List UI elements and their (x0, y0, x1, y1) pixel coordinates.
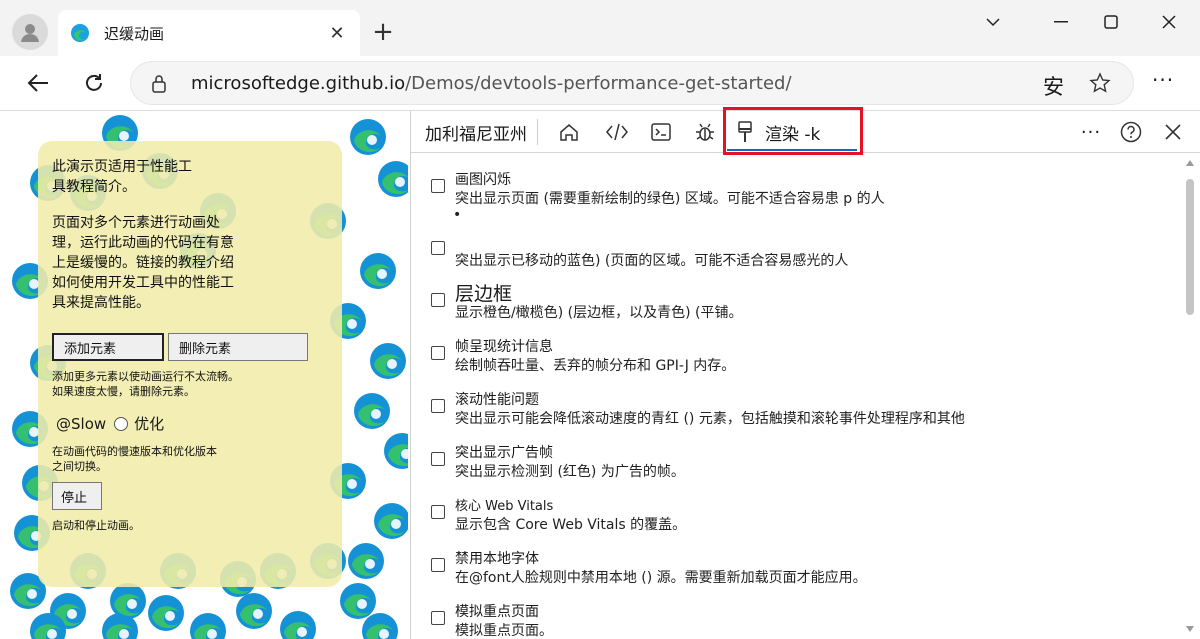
remove-elements-button[interactable]: 删除元素 (168, 333, 308, 361)
title-bar: 迟缓动画 ✕ + (0, 0, 1200, 62)
layout-shift-checkbox[interactable] (431, 241, 445, 255)
description-text: 页面对多个元素进行动画处理，运行此动画的代码在有意上是缓慢的。链接的教程介绍如何… (52, 215, 234, 311)
option-title: 核心 Web Vitals (455, 499, 554, 514)
add-hint-text: 添加更多元素以使动画运行不太流畅。如果速度太慢，请删除元素。 (52, 370, 239, 398)
more-options-icon[interactable]: ··· (1152, 68, 1174, 92)
edge-logo-icon (360, 253, 396, 289)
elements-code-icon[interactable] (605, 121, 629, 143)
scrollbar-thumb[interactable] (1186, 179, 1194, 315)
stop-hint-text: 启动和停止动画。 (52, 519, 140, 532)
add-elements-button[interactable]: 添加元素 (52, 333, 164, 361)
edge-logo-icon (354, 393, 390, 429)
edge-logo-icon (148, 595, 184, 631)
chevron-down-icon[interactable] (970, 8, 1016, 36)
core-web-vitals-checkbox[interactable] (431, 505, 445, 519)
tab-rendering-label: 渲染 -k (765, 125, 821, 145)
content-area: 此演示页适用于性能工具教程简介。 页面对多个元素进行动画处理，运行此动画的代码在… (0, 107, 1200, 639)
refresh-icon[interactable] (76, 65, 112, 101)
maximize-icon[interactable] (1088, 8, 1134, 36)
console-icon[interactable] (649, 121, 673, 143)
scrollbar[interactable] (1183, 155, 1197, 639)
toolbar-divider (537, 119, 538, 145)
edge-logo-icon (370, 343, 406, 379)
mode-hint-text: 在动画代码的慢速版本和优化版本之间切换。 (52, 445, 217, 473)
scroll-performance-checkbox[interactable] (431, 399, 445, 413)
browser-tab[interactable]: 迟缓动画 ✕ (58, 10, 360, 56)
tab-location[interactable]: 加利福尼亚州 (425, 120, 527, 145)
edge-logo-icon (362, 613, 398, 639)
close-window-icon[interactable] (1146, 8, 1192, 36)
intro-text: 此演示页适用于性能工具教程简介。 (52, 159, 192, 195)
active-tab-indicator (727, 149, 857, 151)
optimize-option-label[interactable]: 优化 (134, 413, 164, 434)
help-icon[interactable] (1119, 121, 1143, 143)
more-tools-icon[interactable]: ··· (1079, 121, 1103, 143)
edge-logo-icon (110, 583, 146, 619)
back-arrow-icon[interactable] (20, 65, 56, 101)
favorite-star-icon[interactable] (1089, 72, 1111, 94)
option-title: 突出显示广告帧 (455, 445, 553, 461)
option-title: 禁用本地字体 (455, 551, 539, 567)
option-extra: • (453, 207, 462, 223)
close-tab-icon[interactable]: ✕ (326, 23, 348, 44)
option-description: 显示橙色/橄榄色) (层边框，以及青色) (平铺。 (455, 305, 743, 321)
safe-label[interactable]: 安 (1043, 71, 1064, 101)
option-description: 突出显示已移动的蓝色) (页面的区域。可能不适合容易感光的人 (455, 253, 849, 269)
address-bar[interactable]: microsoftedge.github.io/Demos/devtools-p… (130, 61, 1134, 105)
edge-logo-icon (348, 543, 384, 579)
demo-control-panel: 此演示页适用于性能工具教程简介。 页面对多个元素进行动画处理，运行此动画的代码在… (38, 141, 342, 587)
paint-brush-icon (738, 121, 752, 142)
option-title: 帧呈现统计信息 (455, 339, 553, 355)
option-title: 画图闪烁 (455, 172, 511, 188)
option-description: 突出显示可能会降低滚动速度的青红 () 元素，包括触摸和滚轮事件处理程序和其他 (455, 411, 965, 427)
option-description: 模拟重点页面。 (455, 623, 553, 639)
navigation-bar: microsoftedge.github.io/Demos/devtools-p… (0, 56, 1200, 110)
layer-borders-checkbox[interactable] (431, 293, 445, 307)
option-description: 在@font人脸规则中禁用本地 () 源。需要重新加载页面才能应用。 (455, 570, 867, 586)
minimize-icon[interactable] (1038, 8, 1084, 36)
edge-logo-icon (30, 613, 66, 639)
option-description: 绘制帧吞吐量、丢弃的帧分布和 GPI-J 内存。 (455, 358, 736, 374)
option-title: 模拟重点页面 (455, 604, 539, 620)
option-description: 显示包含 Core Web Vitals 的覆盖。 (455, 517, 687, 533)
frame-stats-checkbox[interactable] (431, 346, 445, 360)
close-devtools-icon[interactable] (1161, 121, 1185, 143)
rendering-options-list: 画图闪烁 突出显示页面 (需要重新绘制的绿色) 区域。可能不适合容易患 p 的人… (411, 155, 1181, 639)
edge-logo-icon (384, 433, 408, 469)
disable-local-fonts-checkbox[interactable] (431, 558, 445, 572)
stop-button[interactable]: 停止 (52, 482, 102, 510)
edge-logo-icon (280, 611, 316, 639)
profile-icon[interactable] (12, 14, 48, 50)
edge-logo-icon (374, 503, 408, 539)
devtools-toolbar: 加利福尼亚州 渲染 -k ··· (411, 107, 1200, 155)
option-description: 突出显示检测到 (红色) 为广告的帧。 (455, 464, 685, 480)
devtools-panel: 加利福尼亚州 渲染 -k ··· 画图闪烁 突出显示页面 (需要重新绘制的绿色)… (410, 107, 1200, 639)
home-icon[interactable] (557, 121, 581, 143)
slow-option-label[interactable]: @Slow (56, 415, 106, 433)
emulate-focused-page-checkbox[interactable] (431, 611, 445, 625)
edge-logo-icon (378, 161, 408, 197)
ad-frames-checkbox[interactable] (431, 452, 445, 466)
option-description: 突出显示页面 (需要重新绘制的绿色) 区域。可能不适合容易患 p 的人 (455, 191, 885, 207)
edge-logo-icon (71, 24, 89, 42)
tab-rendering[interactable]: 渲染 -k (723, 107, 863, 155)
new-tab-button[interactable]: + (366, 16, 400, 50)
optimize-radio[interactable] (114, 416, 129, 431)
lock-icon[interactable] (151, 74, 167, 94)
edge-logo-icon (190, 613, 226, 639)
bug-icon[interactable] (693, 121, 717, 143)
paint-flashing-checkbox[interactable] (431, 179, 445, 193)
option-title: 滚动性能问题 (455, 392, 539, 408)
url-text[interactable]: microsoftedge.github.io/Demos/devtools-p… (191, 73, 792, 94)
tab-title: 迟缓动画 (104, 24, 165, 43)
edge-logo-icon (350, 119, 386, 155)
